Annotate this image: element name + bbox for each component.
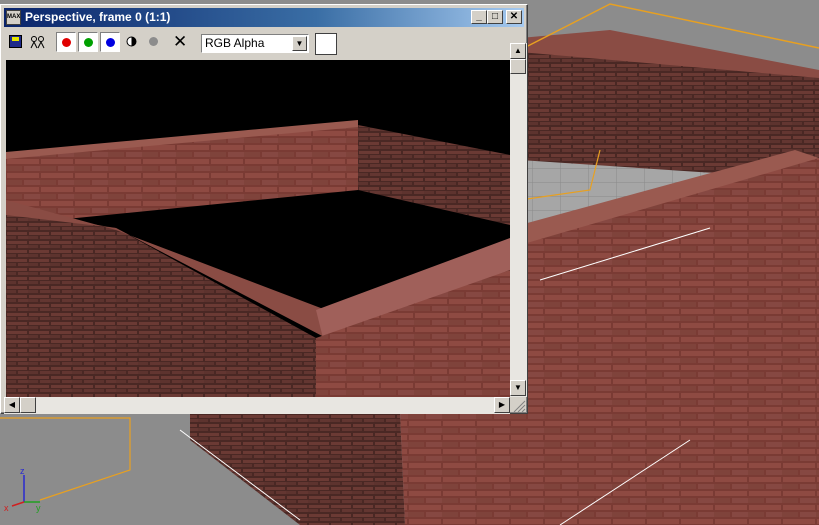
clear-icon: ✕ — [173, 32, 188, 51]
red-channel-icon — [62, 38, 71, 47]
channel-select[interactable]: RGB Alpha ▼ — [201, 34, 309, 53]
corner-wall-front — [400, 412, 520, 525]
title-bar[interactable]: MAX Perspective, frame 0 (1:1) _ □ ✕ — [4, 8, 524, 27]
vertical-scroll-thumb[interactable] — [510, 59, 526, 74]
axis-x-label: x — [4, 503, 9, 513]
alpha-channel-icon — [149, 37, 158, 46]
rendered-frame-window[interactable]: MAX Perspective, frame 0 (1:1) _ □ ✕ ✕ R… — [0, 4, 528, 414]
red-channel-toggle[interactable] — [56, 32, 76, 52]
render-canvas — [6, 60, 510, 397]
maximize-button[interactable]: □ — [487, 10, 503, 24]
clone-window-button[interactable] — [28, 32, 48, 52]
vertical-scrollbar[interactable]: ▲ ▼ — [510, 43, 527, 397]
close-button[interactable]: ✕ — [506, 10, 522, 24]
blue-channel-icon — [106, 38, 115, 47]
chevron-down-icon[interactable]: ▼ — [292, 36, 307, 51]
green-channel-icon — [84, 38, 93, 47]
alpha-channel-toggle[interactable] — [144, 32, 164, 52]
window-title: Perspective, frame 0 (1:1) — [25, 10, 171, 24]
monochrome-icon — [126, 36, 137, 47]
rendered-image — [6, 60, 510, 397]
max-app-icon[interactable]: MAX — [6, 10, 21, 25]
resize-grip-icon[interactable] — [511, 398, 526, 413]
scroll-up-button[interactable]: ▲ — [510, 43, 526, 59]
frame-toolbar: ✕ RGB Alpha ▼ — [4, 29, 524, 57]
horizontal-scrollbar[interactable]: ◀ ▶ — [4, 397, 510, 414]
monochrome-toggle[interactable] — [122, 32, 142, 52]
clone-icon — [30, 36, 45, 49]
scroll-down-button[interactable]: ▼ — [510, 380, 526, 396]
minimize-button[interactable]: _ — [471, 10, 487, 24]
save-icon — [9, 35, 22, 48]
green-channel-toggle[interactable] — [78, 32, 98, 52]
scroll-right-button[interactable]: ▶ — [494, 397, 510, 413]
horizontal-scroll-thumb[interactable] — [20, 397, 36, 413]
blue-channel-toggle[interactable] — [100, 32, 120, 52]
color-swatch[interactable] — [315, 33, 337, 55]
axis-z-label: z — [20, 466, 25, 476]
save-bitmap-button[interactable] — [6, 32, 26, 52]
clear-button[interactable]: ✕ — [170, 32, 190, 52]
scroll-left-button[interactable]: ◀ — [4, 397, 20, 413]
channel-select-value: RGB Alpha — [205, 36, 265, 50]
axis-y-label: y — [36, 503, 41, 513]
